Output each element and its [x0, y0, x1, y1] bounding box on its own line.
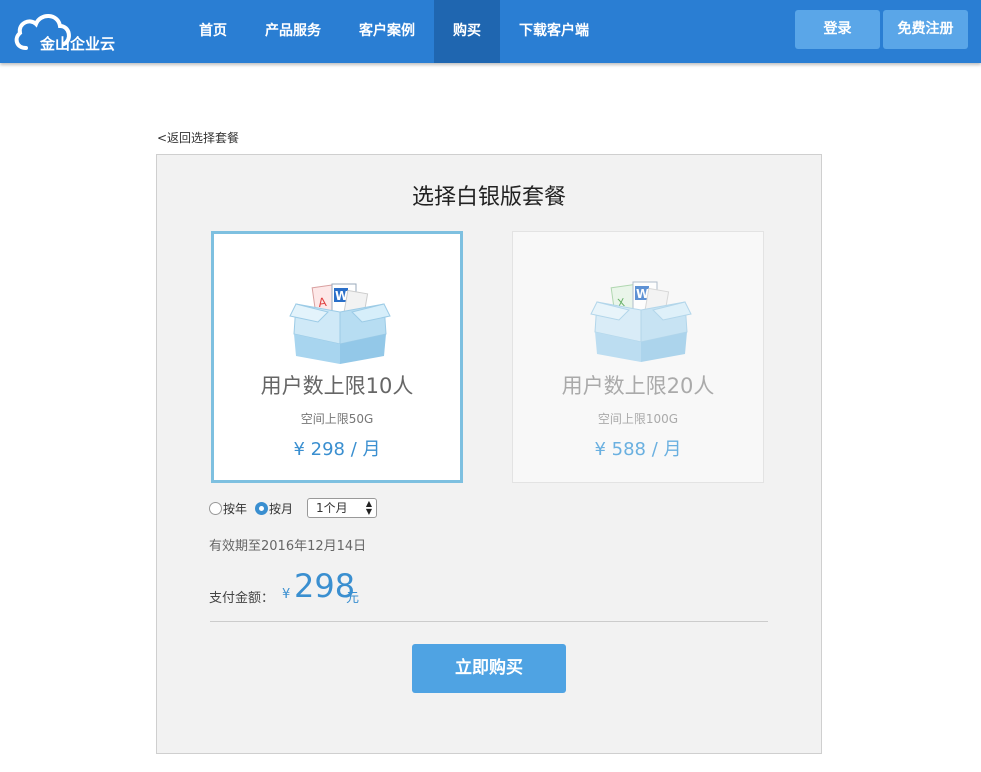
duration-select-value: 1个月 — [316, 501, 348, 515]
plan-space-limit: 空间上限100G — [597, 412, 679, 426]
monthly-label[interactable]: 按月 — [269, 500, 293, 517]
plan-user-limit: 用户数上限10人 — [260, 374, 414, 398]
plan-panel: 选择白银版套餐 A W 用户数上限10人 空间上限50G ¥ 298 / 月 X — [156, 154, 822, 754]
top-header: 金山企业云 首页 产品服务 客户案例 购买 下载客户端 登录 免费注册 — [0, 0, 981, 63]
yearly-label[interactable]: 按年 — [223, 500, 247, 517]
validity-date: 有效期至2016年12月14日 — [209, 539, 367, 554]
document-box-icon: X W — [590, 281, 692, 362]
back-to-plans-link[interactable]: <返回选择套餐 — [157, 129, 239, 146]
register-button[interactable]: 免费注册 — [883, 10, 968, 49]
plan-user-limit: 用户数上限20人 — [561, 374, 715, 398]
yearly-radio[interactable] — [209, 501, 222, 515]
nav-item-cases[interactable]: 客户案例 — [340, 0, 434, 63]
payment-label: 支付金额： — [209, 591, 275, 606]
nav-item-buy[interactable]: 购买 — [434, 0, 500, 63]
payment-unit: 元 — [346, 591, 360, 606]
nav-item-download[interactable]: 下载客户端 — [500, 0, 608, 63]
document-box-icon: A W — [289, 283, 391, 364]
plan-price: ¥ 588 / 月 — [594, 439, 682, 460]
logo-text: 金山企业云 — [40, 35, 116, 53]
plan-card-20-users[interactable]: X W 用户数上限20人 空间上限100G ¥ 588 / 月 — [512, 231, 764, 483]
divider — [210, 621, 768, 622]
plan-space-limit: 空间上限50G — [300, 412, 374, 426]
nav-item-home[interactable]: 首页 — [180, 0, 246, 63]
payment-currency: ¥ — [282, 587, 291, 602]
nav-item-products[interactable]: 产品服务 — [246, 0, 340, 63]
billing-options: 按年 按月 1个月 ▲ ▼ — [209, 498, 378, 518]
page-title: 选择白银版套餐 — [411, 185, 566, 210]
duration-select[interactable]: 1个月 ▲ ▼ — [307, 498, 378, 518]
login-button[interactable]: 登录 — [795, 10, 880, 49]
select-arrows-icon: ▲ ▼ — [365, 499, 373, 516]
main-nav: 首页 产品服务 客户案例 购买 下载客户端 — [180, 0, 608, 63]
buy-now-button[interactable]: 立即购买 — [412, 644, 566, 693]
plan-price: ¥ 298 / 月 — [293, 439, 381, 460]
logo[interactable]: 金山企业云 — [12, 8, 132, 56]
plan-card-10-users[interactable]: A W 用户数上限10人 空间上限50G ¥ 298 / 月 — [211, 231, 463, 483]
monthly-radio[interactable] — [255, 501, 269, 515]
